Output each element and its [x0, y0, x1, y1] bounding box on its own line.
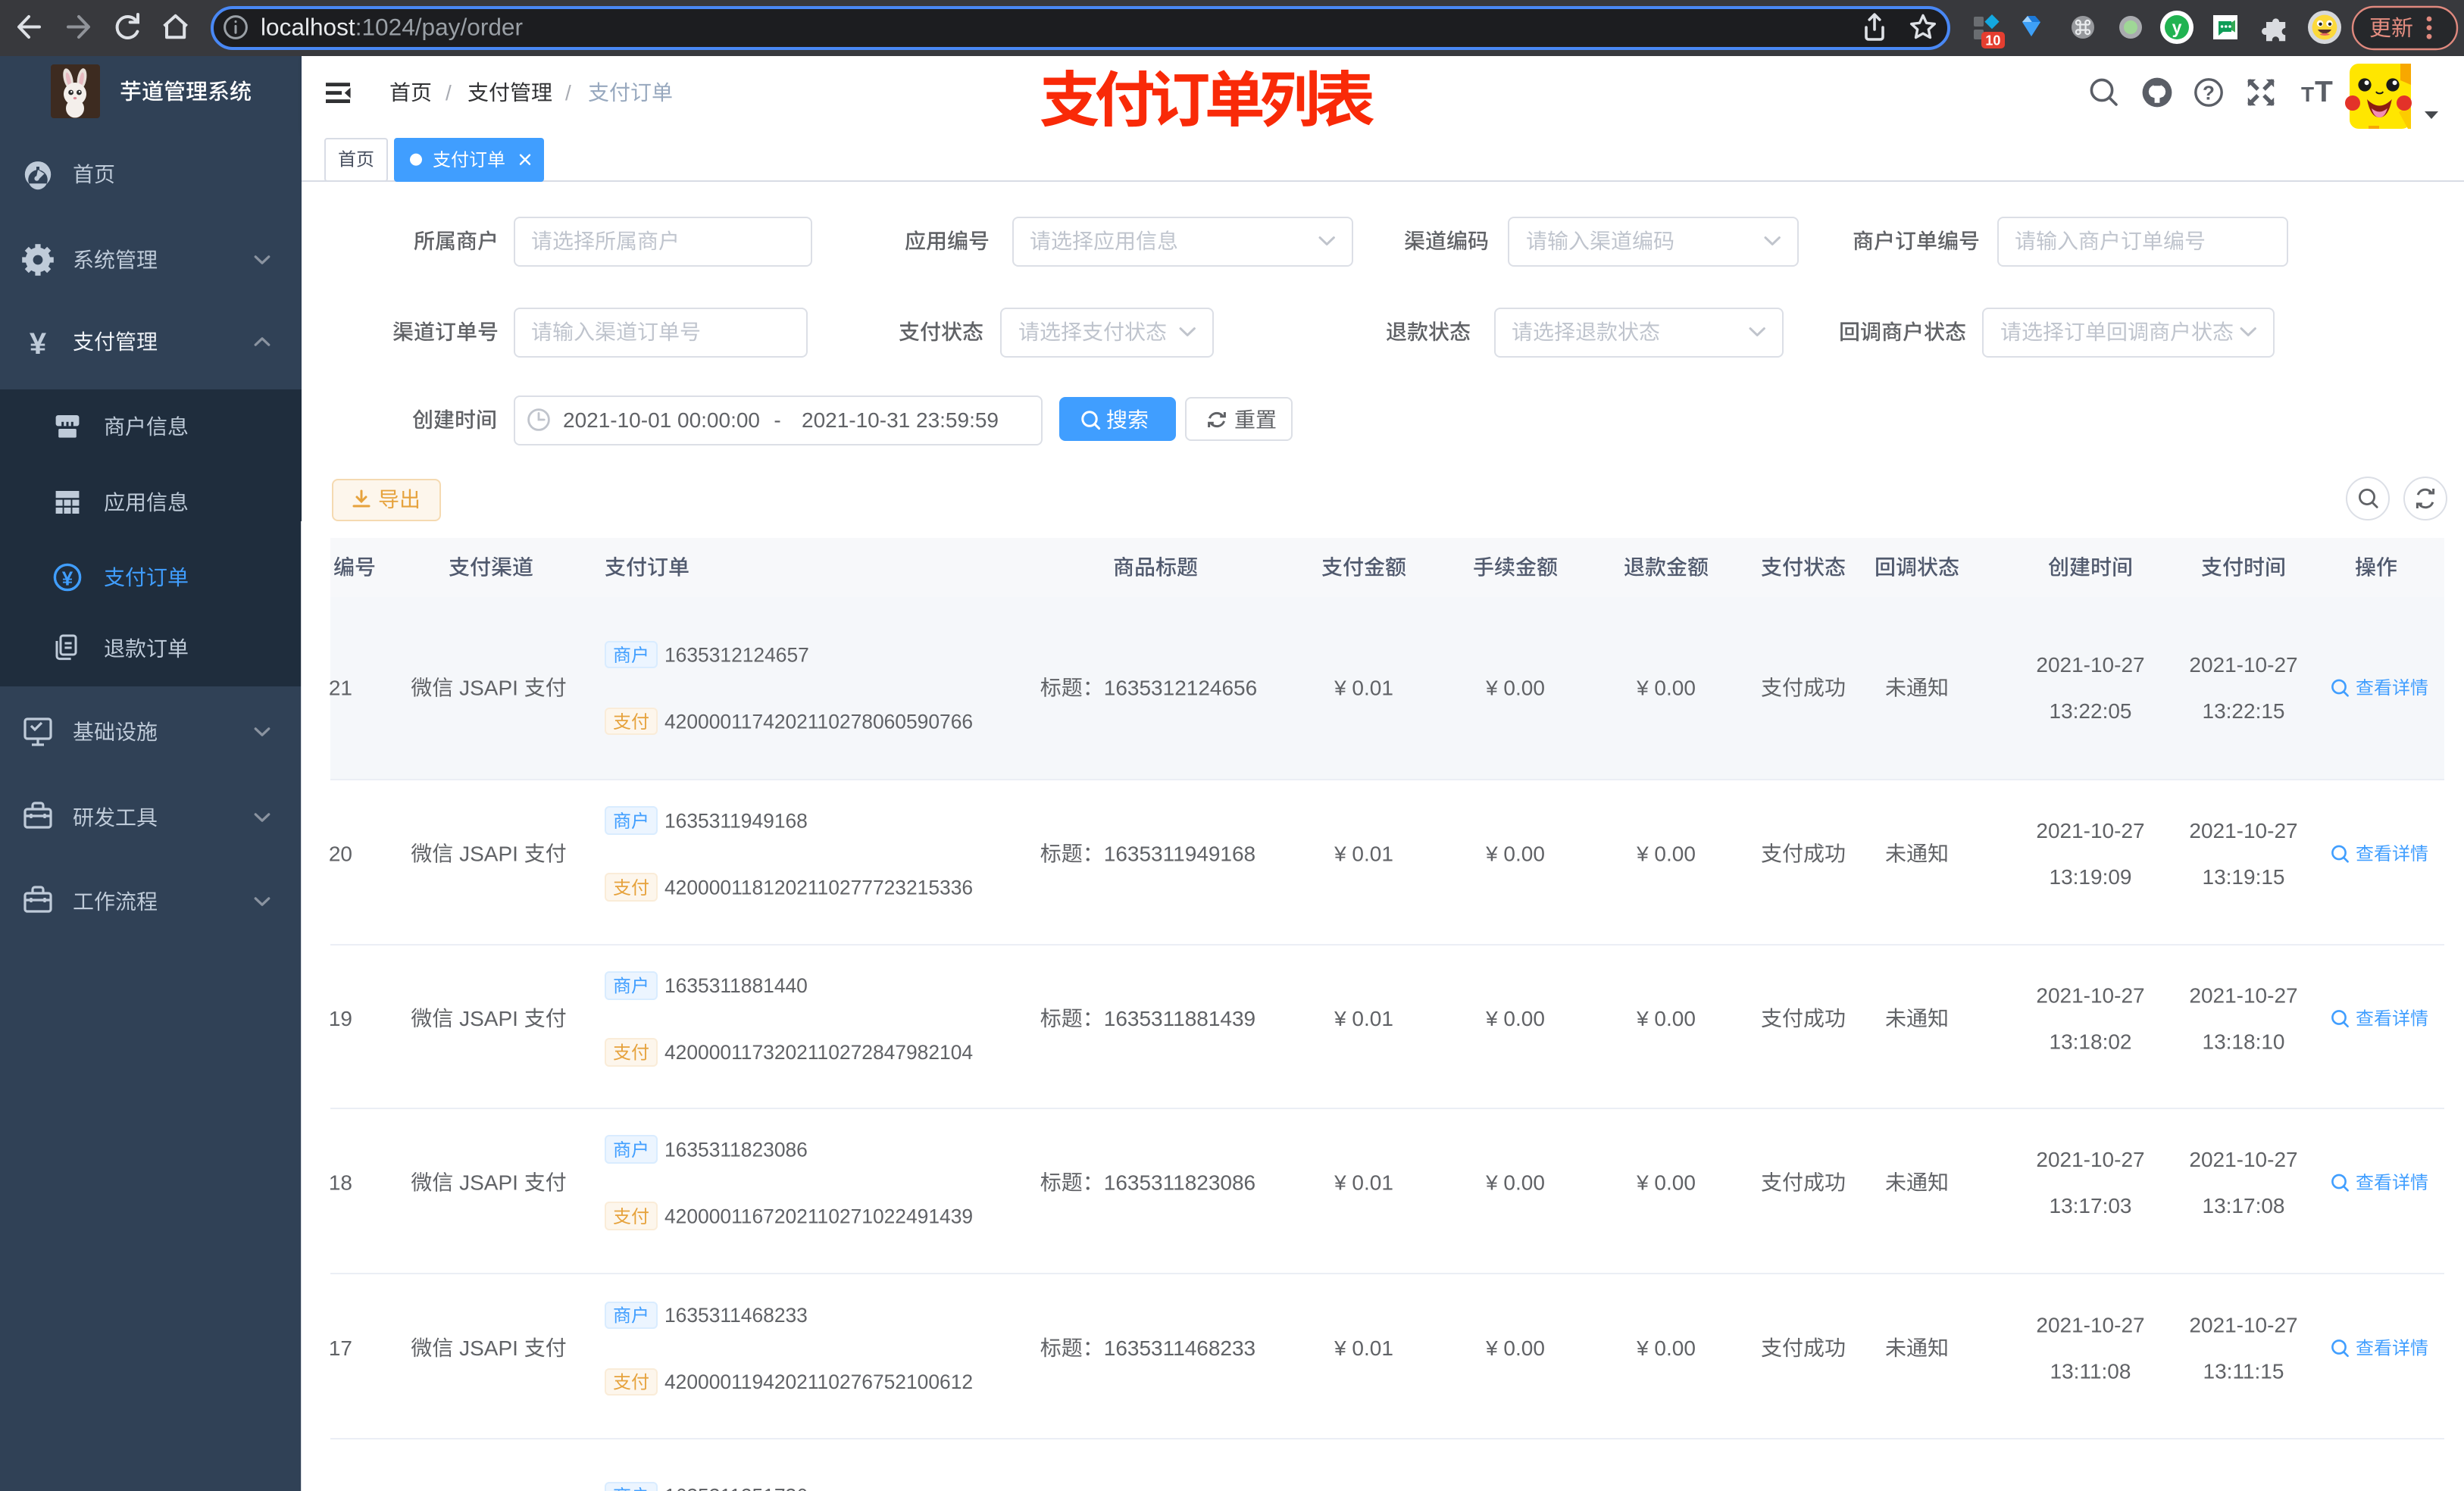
svg-text:JSAPI: JSAPI: [459, 1336, 518, 1360]
svg-text:¥ 0.01: ¥ 0.01: [1334, 842, 1393, 866]
svg-text:2021-10-27: 2021-10-27: [2189, 1314, 2297, 1337]
svg-text:13:19:09: 13:19:09: [2050, 865, 2132, 889]
svg-text:¥ 0.01: ¥ 0.01: [1334, 1007, 1393, 1030]
svg-text:JSAPI: JSAPI: [459, 842, 518, 866]
svg-text:13:17:08: 13:17:08: [2203, 1194, 2285, 1217]
svg-text:¥ 0.01: ¥ 0.01: [1334, 1336, 1393, 1360]
svg-text:119: 119: [318, 1007, 352, 1030]
svg-text:1635311881439: 1635311881439: [1104, 1007, 1255, 1030]
svg-text:4200001167202110271022491439: 4200001167202110271022491439: [664, 1205, 973, 1228]
svg-text:4200001173202110272847982104: 4200001173202110272847982104: [664, 1041, 973, 1064]
svg-text:2021-10-27: 2021-10-27: [2189, 984, 2297, 1008]
svg-text:4200001194202110276752100612: 4200001194202110276752100612: [664, 1371, 973, 1393]
svg-text:2021-10-27: 2021-10-27: [2036, 1314, 2144, 1337]
svg-text:2021-10-27: 2021-10-27: [2189, 1148, 2297, 1171]
svg-text:1635311823086: 1635311823086: [1104, 1171, 1255, 1195]
svg-text:1635311949168: 1635311949168: [1104, 842, 1255, 866]
svg-text:¥ 0.00: ¥ 0.00: [1636, 842, 1696, 866]
svg-text:13:11:15: 13:11:15: [2203, 1360, 2284, 1383]
svg-text:4200001181202110277723215336: 4200001181202110277723215336: [664, 877, 973, 899]
svg-text:1635311251736: 1635311251736: [664, 1485, 808, 1491]
svg-text:13:17:03: 13:17:03: [2050, 1194, 2132, 1217]
svg-text:¥ 0.01: ¥ 0.01: [1334, 1171, 1393, 1195]
svg-text:13:18:10: 13:18:10: [2203, 1030, 2285, 1054]
svg-text:2021-10-27: 2021-10-27: [2189, 819, 2297, 842]
svg-text:¥ 0.00: ¥ 0.00: [1636, 1336, 1696, 1360]
svg-text:117: 117: [318, 1336, 352, 1360]
svg-text:13:19:15: 13:19:15: [2203, 865, 2285, 889]
svg-text:118: 118: [318, 1171, 352, 1195]
svg-text:2021-10-27: 2021-10-27: [2036, 819, 2144, 842]
svg-text:1635311881440: 1635311881440: [664, 974, 808, 997]
svg-text:¥ 0.00: ¥ 0.00: [1485, 842, 1545, 866]
svg-text:13:11:08: 13:11:08: [2050, 1360, 2131, 1383]
svg-text:JSAPI: JSAPI: [459, 1171, 518, 1195]
svg-text:¥ 0.00: ¥ 0.00: [1636, 1171, 1696, 1195]
svg-text:¥ 0.00: ¥ 0.00: [1485, 1007, 1545, 1030]
svg-text:120: 120: [317, 842, 352, 866]
svg-text:2021-10-27: 2021-10-27: [2036, 984, 2144, 1008]
svg-text:1635311468233: 1635311468233: [1104, 1336, 1255, 1360]
svg-text:¥ 0.00: ¥ 0.00: [1636, 1007, 1696, 1030]
svg-text:1635311949168: 1635311949168: [664, 810, 808, 833]
svg-text:1635311823086: 1635311823086: [664, 1139, 808, 1161]
svg-text:¥ 0.00: ¥ 0.00: [1485, 1336, 1545, 1360]
svg-text:13:18:02: 13:18:02: [2050, 1030, 2132, 1054]
svg-text:JSAPI: JSAPI: [459, 1007, 518, 1030]
svg-text:2021-10-27: 2021-10-27: [2036, 1148, 2144, 1171]
svg-text:¥ 0.00: ¥ 0.00: [1485, 1171, 1545, 1195]
svg-text:1635311468233: 1635311468233: [664, 1304, 808, 1327]
